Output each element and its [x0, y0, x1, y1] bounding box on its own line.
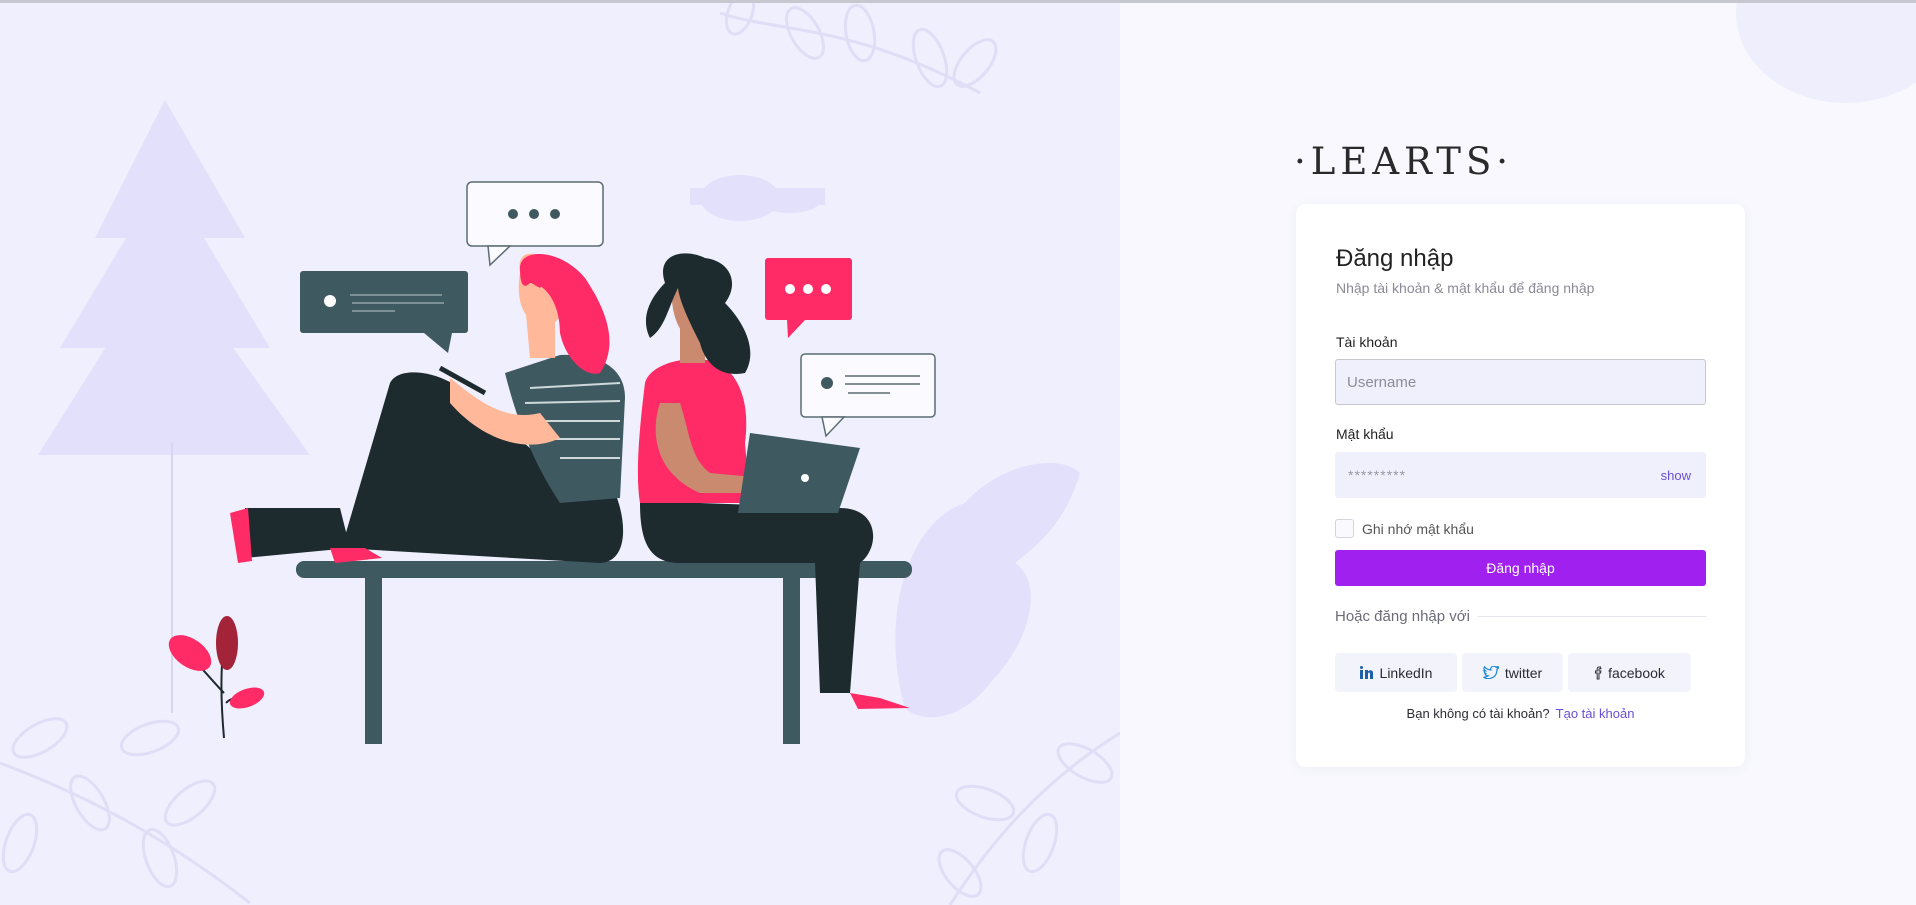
login-card: Đăng nhập Nhập tài khoản & mật khẩu để đ…: [1296, 204, 1745, 767]
speech-bubble-4: [800, 353, 936, 438]
leaves-bottom-right: [937, 731, 1120, 905]
twitter-button[interactable]: twitter: [1462, 653, 1563, 692]
cloud-decoration: [690, 175, 825, 221]
speech-bubble-2: [300, 271, 468, 353]
twitter-icon: [1483, 666, 1499, 679]
password-field[interactable]: ********* show: [1335, 452, 1706, 498]
linkedin-button[interactable]: LinkedIn: [1335, 653, 1457, 692]
tree-decoration: [38, 100, 310, 713]
plant-decoration: [168, 616, 265, 739]
page-subtitle: Nhập tài khoản & mật khẩu để đăng nhập: [1336, 280, 1595, 296]
corner-blob-decoration: [1736, 3, 1916, 103]
speech-bubble-1: [466, 181, 604, 267]
show-password-toggle[interactable]: show: [1661, 468, 1691, 483]
woman-dark-hair: [637, 253, 910, 709]
linkedin-icon: [1359, 666, 1373, 679]
leaf-decoration: [895, 463, 1080, 718]
divider-line: [1477, 616, 1706, 617]
username-label: Tài khoản: [1336, 334, 1398, 350]
create-account-link[interactable]: Tạo tài khoản: [1556, 706, 1635, 721]
remember-label: Ghi nhớ mật khẩu: [1362, 520, 1474, 537]
password-label: Mật khẩu: [1336, 426, 1394, 442]
leaves-top: [719, 3, 998, 95]
signup-prompt: Bạn không có tài khoản?: [1406, 706, 1550, 721]
facebook-label: facebook: [1608, 664, 1665, 681]
username-input[interactable]: [1335, 359, 1706, 405]
twitter-label: twitter: [1504, 664, 1543, 681]
signup-row: Bạn không có tài khoản? Tạo tài khoản: [1296, 706, 1745, 721]
leaves-bottom-left: [0, 717, 251, 905]
remember-me[interactable]: Ghi nhớ mật khẩu: [1335, 519, 1474, 538]
page-title: Đăng nhập: [1336, 245, 1454, 272]
social-divider: Hoặc đăng nhập với: [1335, 608, 1706, 625]
linkedin-label: LinkedIn: [1379, 664, 1433, 681]
remember-checkbox[interactable]: [1335, 519, 1354, 538]
illustration-panel: [0, 3, 1120, 905]
brand-logo: ·LEARTS·: [1294, 140, 1514, 183]
speech-bubble-3: [765, 258, 852, 338]
facebook-button[interactable]: facebook: [1568, 653, 1691, 692]
facebook-icon: [1595, 666, 1602, 679]
password-value: *********: [1348, 467, 1407, 483]
login-button[interactable]: Đăng nhập: [1335, 550, 1706, 586]
or-login-with-label: Hoặc đăng nhập với: [1335, 608, 1470, 625]
illustration-art: [0, 3, 1120, 905]
